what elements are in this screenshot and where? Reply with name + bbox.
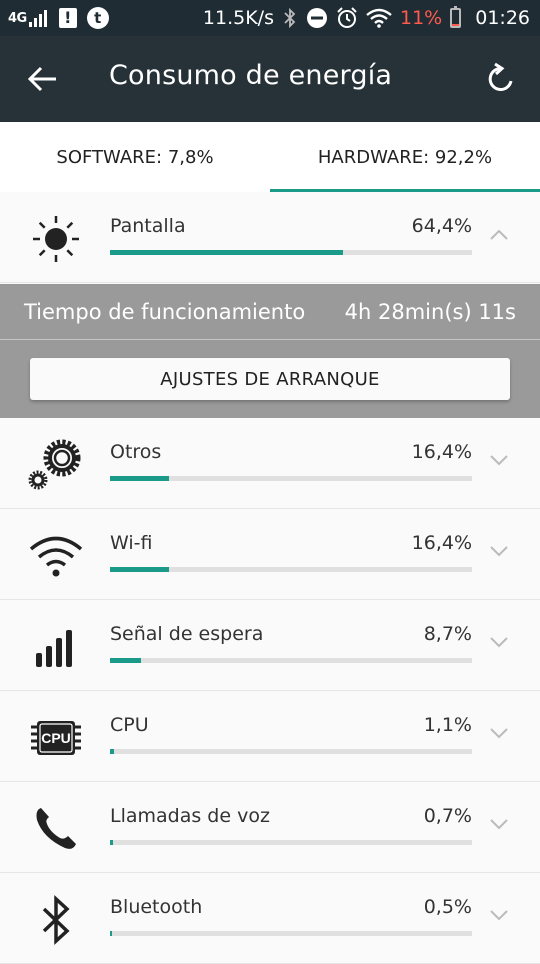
bluetooth-icon <box>26 895 86 945</box>
chevron-down-icon[interactable] <box>490 545 508 557</box>
item-percent: 64,4% <box>411 215 472 237</box>
chevron-up-icon[interactable] <box>490 228 508 240</box>
signal-icon <box>28 10 47 27</box>
item-percent: 16,4% <box>411 441 472 463</box>
list-item-wifi[interactable]: Wi-fi 16,4% <box>0 509 540 600</box>
network-type: 4G <box>8 10 27 26</box>
list-item-pantalla[interactable]: Pantalla 64,4% <box>0 192 540 283</box>
tab-software-label: SOFTWARE: 7,8% <box>56 146 214 168</box>
usage-bar <box>110 931 472 936</box>
t-app-icon: t <box>86 7 109 29</box>
item-label: Señal de espera <box>110 623 264 645</box>
phone-icon <box>26 804 86 854</box>
cpu-icon-text: CPU <box>41 730 71 746</box>
wifi-icon <box>26 531 86 581</box>
usage-bar <box>110 250 472 255</box>
uptime-value: 4h 28min(s) 11s <box>344 300 516 324</box>
tab-hardware[interactable]: HARDWARE: 92,2% <box>270 122 540 192</box>
app-bar: Consumo de energía <box>0 36 540 122</box>
chevron-down-icon[interactable] <box>490 454 508 466</box>
list-item-llamadas-de-voz[interactable]: Llamadas de voz 0,7% <box>0 782 540 873</box>
tab-software[interactable]: SOFTWARE: 7,8% <box>0 122 270 192</box>
usage-bar <box>110 567 472 572</box>
arrow-left-icon[interactable] <box>26 62 60 96</box>
battery-icon <box>450 6 462 28</box>
gears-icon <box>26 439 86 490</box>
battery-percent: 11% <box>400 7 443 29</box>
usage-bar <box>110 476 472 481</box>
refresh-icon[interactable] <box>484 62 518 96</box>
item-percent: 16,4% <box>411 532 472 554</box>
chevron-down-icon[interactable] <box>490 727 508 739</box>
sun-icon <box>26 214 86 264</box>
tab-hardware-label: HARDWARE: 92,2% <box>317 146 493 168</box>
item-label: CPU <box>110 714 149 736</box>
tab-bar: SOFTWARE: 7,8% HARDWARE: 92,2% <box>0 122 540 192</box>
item-percent: 0,5% <box>423 896 472 918</box>
uptime-panel: Tiempo de funcionamiento 4h 28min(s) 11s <box>0 284 540 340</box>
alarm-icon <box>337 7 357 28</box>
clock: 01:26 <box>475 7 530 29</box>
item-percent: 1,1% <box>423 714 472 736</box>
chevron-down-icon[interactable] <box>490 636 508 648</box>
item-label: Bluetooth <box>110 896 203 918</box>
wifi-icon <box>366 8 392 28</box>
chevron-down-icon[interactable] <box>490 909 508 921</box>
item-percent: 8,7% <box>423 623 472 645</box>
item-label: Llamadas de voz <box>110 805 270 827</box>
network-speed: 11.5K/s <box>202 7 274 29</box>
usage-bar <box>110 749 472 754</box>
signal-bars-icon <box>26 622 86 672</box>
dnd-icon <box>307 8 327 28</box>
alert-icon: ! <box>58 8 77 28</box>
item-percent: 0,7% <box>423 805 472 827</box>
list-item-senal-de-espera[interactable]: Señal de espera 8,7% <box>0 600 540 691</box>
usage-bar <box>110 840 472 845</box>
list-item-otros[interactable]: Otros 16,4% <box>0 418 540 509</box>
bluetooth-icon <box>284 7 296 29</box>
list-item-bluetooth[interactable]: Bluetooth 0,5% <box>0 873 540 964</box>
list-item-cpu[interactable]: CPU CPU 1,1% <box>0 691 540 782</box>
page-title: Consumo de energía <box>109 60 393 91</box>
item-label: Wi-fi <box>110 532 153 554</box>
item-label: Otros <box>110 441 162 463</box>
chevron-down-icon[interactable] <box>490 818 508 830</box>
status-bar: 4G ! t 11.5K/s 11% 01:26 <box>0 0 540 36</box>
item-label: Pantalla <box>110 215 186 237</box>
cpu-icon: CPU <box>26 713 86 763</box>
uptime-label: Tiempo de funcionamiento <box>24 300 306 324</box>
startup-settings-panel: AJUSTES DE ARRANQUE <box>0 340 540 418</box>
usage-bar <box>110 658 472 663</box>
startup-settings-button[interactable]: AJUSTES DE ARRANQUE <box>30 358 510 400</box>
